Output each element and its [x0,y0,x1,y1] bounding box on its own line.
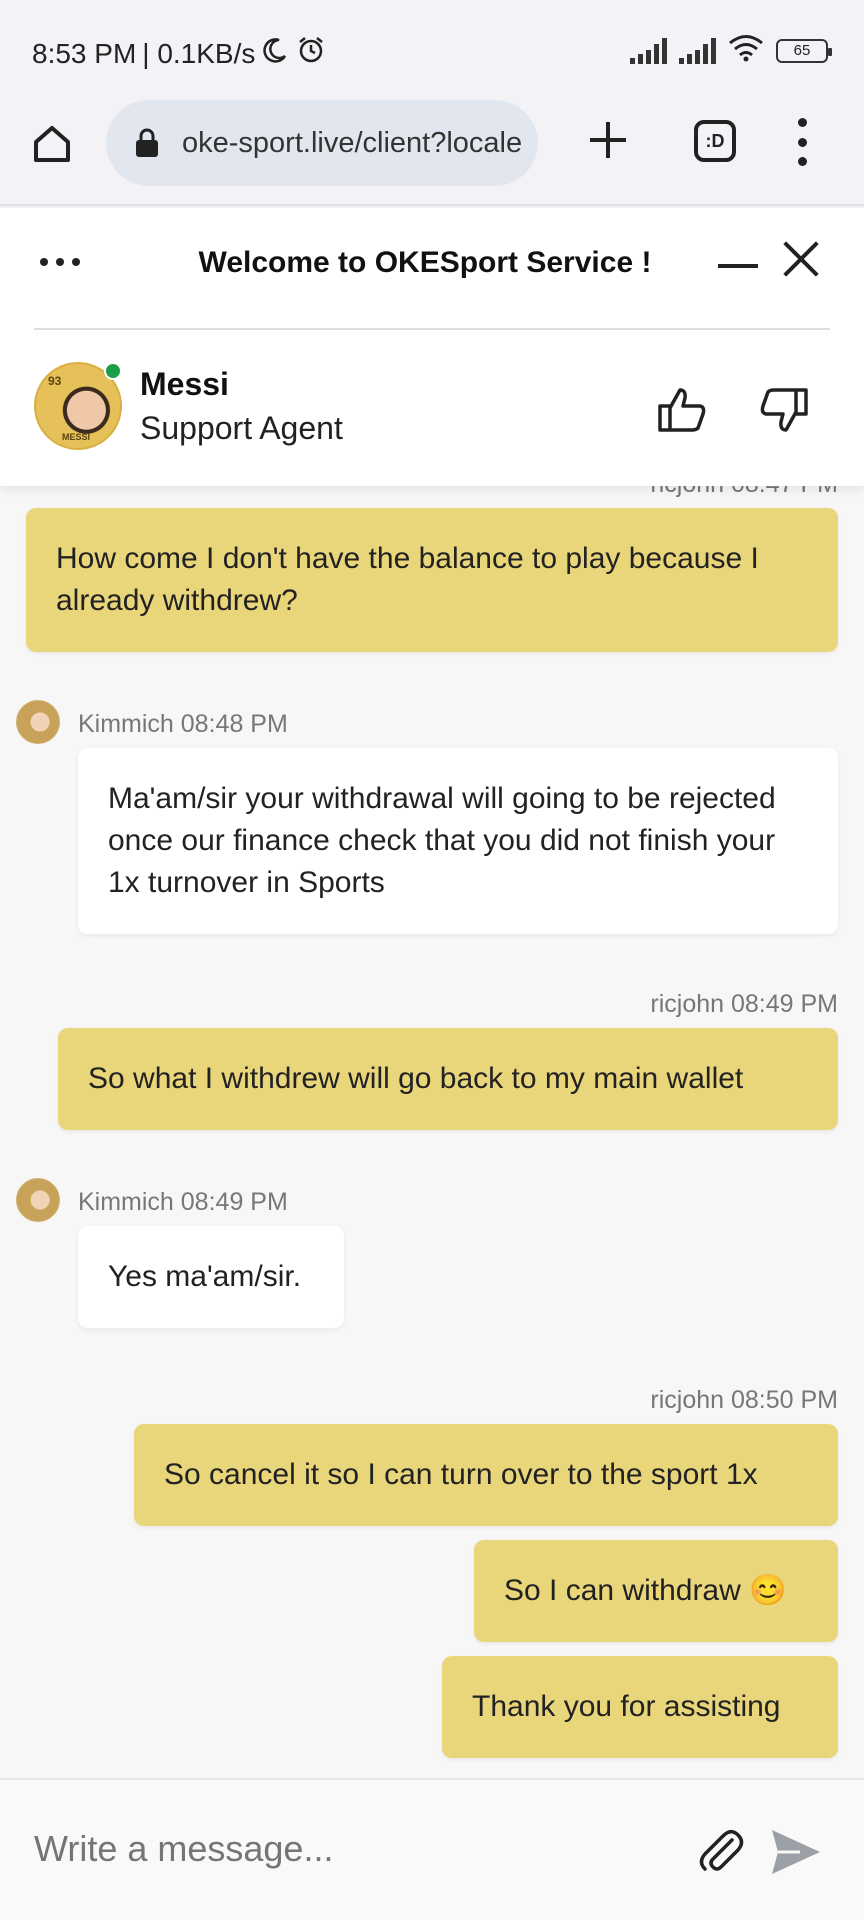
lock-icon [134,128,160,158]
tabs-label: :D [705,130,725,151]
kimmich-avatar [16,700,60,744]
kimmich-avatar [16,1178,60,1222]
user-message: So what I withdrew will go back to my ma… [58,1028,838,1130]
user-message: So cancel it so I can turn over to the s… [134,1424,838,1526]
paperclip-icon [699,1830,744,1871]
status-bar: 8:53 PM | 0.1KB/s 65 [0,0,864,100]
home-button[interactable] [30,122,74,166]
online-status-indicator [104,362,122,380]
moon-icon [261,36,289,71]
thumbs-up-button[interactable] [656,384,708,436]
send-button[interactable] [770,1828,822,1876]
thumbs-up-icon [658,388,706,432]
divider [34,328,830,330]
message-input[interactable] [34,1828,654,1870]
agent-message: Yes ma'am/sir. [78,1226,344,1328]
minimize-button[interactable] [718,264,758,268]
thumbs-down-icon [760,388,808,432]
message-composer [0,1778,864,1920]
network-speed: | 0.1KB/s [142,37,256,69]
thumbs-down-button[interactable] [758,384,810,436]
tabs-button[interactable]: :D [694,120,736,162]
message-meta: ricjohn 08:50 PM [650,1386,838,1414]
message-meta: ricjohn 08:49 PM [650,990,838,1018]
battery-icon: 65 [776,38,832,63]
battery-level: 65 [793,42,811,59]
user-message: Thank you for assisting [442,1656,838,1758]
new-tab-button[interactable] [586,118,630,162]
message-meta: Kimmich 08:49 PM [78,1188,288,1216]
chat-header: Welcome to OKESport Service ! 93 MESSI M… [0,208,864,486]
message-meta: ricjohn 08:47 PM [650,486,838,499]
wifi-icon [728,34,764,67]
address-bar[interactable]: oke-sport.live/client?locale [106,100,538,186]
browser-menu-button[interactable] [790,118,814,166]
agent-card-name: MESSI [62,432,91,442]
plus-icon [590,122,626,158]
status-right: 65 [630,34,832,67]
status-left: 8:53 PM | 0.1KB/s [32,34,327,73]
browser-toolbar: oke-sport.live/client?locale :D [0,100,864,206]
clock: 8:53 PM [32,37,137,69]
agent-message: Ma'am/sir your withdrawal will going to … [78,748,838,934]
agent-card-number: 93 [48,374,62,388]
agent-role: Support Agent [140,410,343,446]
home-icon [34,126,70,162]
send-icon [772,1830,820,1874]
message-list[interactable]: ricjohn 08:47 PM How come I don't have t… [0,486,864,1778]
user-message: So I can withdraw 😊 [474,1540,838,1642]
user-message: How come I don't have the balance to pla… [26,508,838,652]
message-meta: Kimmich 08:48 PM [78,710,288,738]
url-text: oke-sport.live/client?locale [182,126,523,159]
close-button[interactable] [782,240,820,278]
signal-icon [630,37,667,64]
chat-title: Welcome to OKESport Service ! [198,246,652,279]
signal-icon [679,37,716,64]
attach-button[interactable] [696,1826,746,1876]
alarm-icon [295,34,327,73]
agent-name: Messi [140,366,229,402]
more-options-button[interactable] [40,258,80,266]
